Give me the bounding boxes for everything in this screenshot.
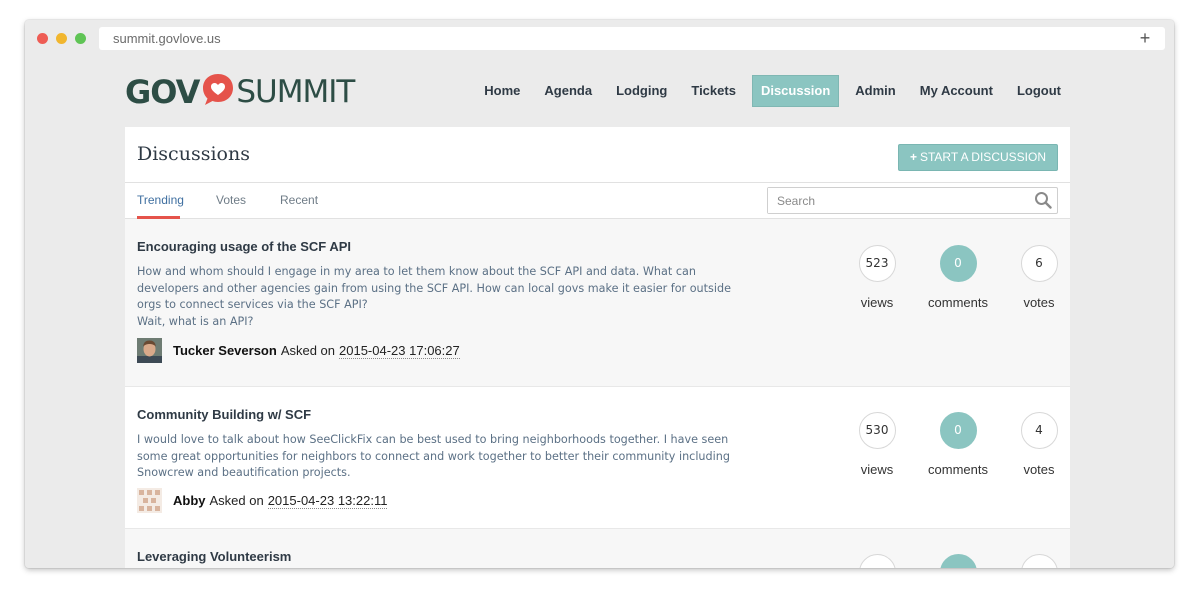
views-count: 530: [858, 412, 896, 449]
nav-lodging[interactable]: Lodging: [604, 75, 679, 107]
asked-date: 2015-04-23 17:06:27: [339, 342, 460, 359]
main-nav: Home Agenda Lodging Tickets Discussion A…: [472, 75, 1073, 107]
views-stat: 523 views: [837, 245, 917, 310]
nav-home[interactable]: Home: [472, 75, 532, 107]
discussions-panel: Discussions + START A DISCUSSION Trending…: [125, 127, 1070, 568]
nav-logout[interactable]: Logout: [1005, 75, 1073, 107]
author-name[interactable]: Tucker Severson: [173, 343, 277, 358]
avatar[interactable]: [137, 338, 162, 363]
discussion-author-row: Abby Asked on 2015-04-23 13:22:11: [137, 488, 388, 513]
author-name[interactable]: Abby: [173, 493, 206, 508]
comments-stat[interactable]: [918, 554, 998, 568]
views-label: views: [860, 462, 894, 477]
discussion-extra-text: Wait, what is an API?: [137, 315, 254, 328]
nav-admin[interactable]: Admin: [843, 75, 907, 107]
tab-recent[interactable]: Recent: [280, 183, 318, 219]
votes-stat[interactable]: 4 votes: [999, 412, 1070, 477]
discussion-body: How and whom should I engage in my area …: [137, 265, 731, 311]
logo-summit-text: SUMMIT: [236, 74, 355, 110]
nav-my-account[interactable]: My Account: [908, 75, 1005, 107]
minimize-window-button[interactable]: [56, 33, 67, 44]
site-logo[interactable]: GOV SUMMIT: [125, 70, 355, 114]
discussion-title[interactable]: Community Building w/ SCF: [137, 407, 311, 422]
comments-count[interactable]: 0: [939, 245, 977, 282]
comments-label: comments: [928, 462, 988, 477]
discussion-title[interactable]: Leveraging Volunteerism: [137, 549, 291, 564]
asked-label: Asked on: [280, 343, 336, 358]
votes-count[interactable]: 6: [1020, 245, 1058, 282]
discussion-item: Community Building w/ SCF I would love t…: [125, 387, 1070, 529]
nav-tickets[interactable]: Tickets: [679, 75, 748, 107]
discussion-author-row: Tucker Severson Asked on 2015-04-23 17:0…: [137, 338, 460, 363]
start-discussion-label: START A DISCUSSION: [919, 150, 1046, 164]
search-icon[interactable]: [1034, 191, 1052, 209]
maximize-window-button[interactable]: [75, 33, 86, 44]
views-stat: 530 views: [837, 412, 917, 477]
asked-date: 2015-04-23 13:22:11: [267, 492, 388, 509]
close-window-button[interactable]: [37, 33, 48, 44]
comments-stat[interactable]: 0 comments: [918, 412, 998, 477]
views-count: [858, 554, 896, 568]
new-tab-button[interactable]: +: [1135, 27, 1155, 50]
logo-gov-text: GOV: [125, 73, 200, 111]
site-content: GOV SUMMIT Home Agenda Lodging Tickets D…: [25, 56, 1174, 568]
views-label: views: [860, 295, 894, 310]
url-text: summit.govlove.us: [113, 31, 221, 46]
votes-count[interactable]: 4: [1020, 412, 1058, 449]
votes-label: votes: [1023, 462, 1055, 477]
page-title: Discussions: [137, 143, 250, 165]
discussion-item: Leveraging Volunteerism: [125, 529, 1070, 568]
comments-stat[interactable]: 0 comments: [918, 245, 998, 310]
browser-chrome: summit.govlove.us +: [25, 20, 1174, 56]
comments-count[interactable]: [939, 554, 977, 568]
tab-votes[interactable]: Votes: [216, 183, 246, 219]
browser-window: summit.govlove.us + GOV SUMMIT Home Agen…: [25, 20, 1174, 568]
nav-discussion[interactable]: Discussion: [751, 75, 840, 107]
votes-stat[interactable]: [999, 554, 1070, 568]
votes-stat[interactable]: 6 votes: [999, 245, 1070, 310]
asked-label: Asked on: [209, 493, 264, 508]
address-bar[interactable]: summit.govlove.us +: [99, 27, 1165, 50]
discussion-body: I would love to talk about how SeeClickF…: [137, 433, 730, 479]
comments-count[interactable]: 0: [939, 412, 977, 449]
views-stat: [837, 554, 917, 568]
discussion-item: Encouraging usage of the SCF API How and…: [125, 219, 1070, 387]
nav-agenda[interactable]: Agenda: [532, 75, 604, 107]
votes-count[interactable]: [1020, 554, 1058, 568]
plus-icon: +: [909, 150, 917, 164]
views-count: 523: [858, 245, 896, 282]
start-discussion-button[interactable]: + START A DISCUSSION: [897, 144, 1058, 171]
tab-trending[interactable]: Trending: [137, 183, 184, 219]
discussion-title[interactable]: Encouraging usage of the SCF API: [137, 239, 351, 254]
tabs-bar: Trending Votes Recent: [125, 183, 1070, 219]
heart-speech-bubble-icon: [203, 74, 234, 105]
search-input[interactable]: [768, 188, 1023, 213]
comments-label: comments: [928, 295, 988, 310]
search-box[interactable]: [767, 187, 1058, 214]
votes-label: votes: [1023, 295, 1055, 310]
panel-header: Discussions + START A DISCUSSION: [125, 127, 1070, 183]
avatar[interactable]: [137, 488, 162, 513]
